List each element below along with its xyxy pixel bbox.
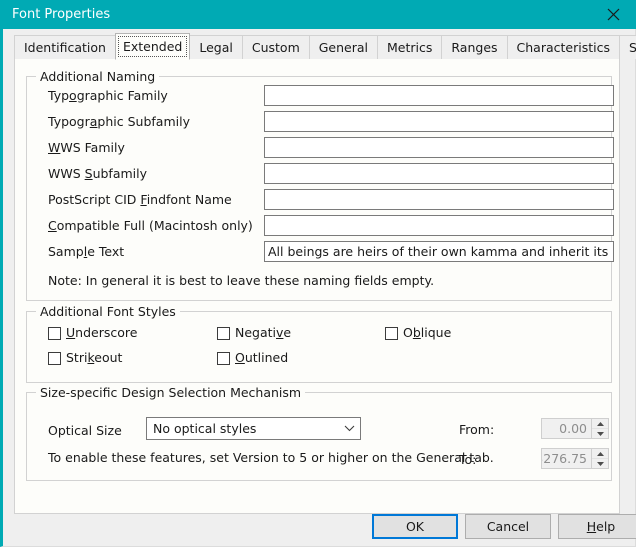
tab-label: Smoothing xyxy=(629,40,636,55)
cancel-button[interactable]: Cancel xyxy=(465,514,551,539)
checkbox-box xyxy=(48,351,61,365)
label-optical-size: Optical Size xyxy=(48,423,122,438)
spinner-up-icon[interactable] xyxy=(592,449,608,459)
cancel-button-label: Cancel xyxy=(486,519,530,534)
chevron-down-icon xyxy=(338,425,360,432)
spinner-to-value: 3276.75 xyxy=(542,451,587,466)
spinner-to[interactable]: 3276.75 xyxy=(541,448,609,469)
checkbox-box xyxy=(385,326,398,340)
label-sample-text: Sample Text xyxy=(48,244,125,259)
checkbox-label: Oblique xyxy=(403,325,452,340)
spinner-to-buttons[interactable] xyxy=(591,449,608,468)
tab-general[interactable]: General xyxy=(308,35,379,59)
spinner-from-value: 0.00 xyxy=(559,421,587,436)
tab-label: Characteristics xyxy=(516,40,610,55)
tab-ranges[interactable]: Ranges xyxy=(441,35,508,59)
checkbox-box xyxy=(48,326,61,340)
optical-note: To enable these features, set Version to… xyxy=(48,450,494,465)
group-title: Size-specific Design Selection Mechanism xyxy=(36,385,306,400)
input-sample-text[interactable] xyxy=(264,241,614,262)
tab-panel-extended: Additional Naming Typographic Family Typ… xyxy=(14,58,620,514)
checkbox-underscore[interactable]: Underscore xyxy=(48,326,137,340)
checkbox-label: Strikeout xyxy=(66,350,123,365)
tab-label: Metrics xyxy=(387,40,433,55)
spinner-from-buttons[interactable] xyxy=(591,419,608,438)
label-wws-subfamily: WWS Subfamily xyxy=(48,166,148,181)
tab-label: Identification xyxy=(24,40,106,55)
input-wws-family[interactable] xyxy=(264,137,614,158)
tab-label: Ranges xyxy=(451,40,498,55)
ok-button[interactable]: OK xyxy=(372,514,458,539)
ok-button-label: OK xyxy=(405,519,425,534)
font-properties-dialog: Font Properties Identification Extended … xyxy=(0,0,636,547)
help-button-label: Help xyxy=(586,519,616,534)
group-title: Additional Naming xyxy=(36,69,160,84)
input-postscript-cid-findfont-name[interactable] xyxy=(264,189,614,210)
tab-legal[interactable]: Legal xyxy=(189,35,243,59)
label-postscript-cid-findfont-name: PostScript CID Findfont Name xyxy=(48,192,232,207)
close-icon[interactable] xyxy=(591,0,636,29)
checkbox-oblique[interactable]: Oblique xyxy=(385,326,451,340)
input-typographic-family[interactable] xyxy=(264,85,614,106)
help-button[interactable]: Help xyxy=(558,514,636,539)
spinner-up-icon[interactable] xyxy=(592,419,608,429)
label-to: To: xyxy=(459,452,477,467)
checkbox-strikeout[interactable]: Strikeout xyxy=(48,351,122,365)
input-typographic-subfamily[interactable] xyxy=(264,111,614,132)
select-optical-size[interactable]: No optical styles xyxy=(146,417,361,440)
label-compatible-full: Compatible Full (Macintosh only) xyxy=(48,218,253,233)
label-typographic-family: Typographic Family xyxy=(48,88,168,103)
label-typographic-subfamily: Typographic Subfamily xyxy=(48,114,190,129)
checkbox-label: Underscore xyxy=(66,325,138,340)
title-bar: Font Properties xyxy=(0,0,636,29)
checkbox-negative[interactable]: Negative xyxy=(217,326,291,340)
spinner-down-icon[interactable] xyxy=(592,459,608,468)
input-wws-subfamily[interactable] xyxy=(264,163,614,184)
tab-smoothing[interactable]: Smoothing xyxy=(619,35,636,59)
group-additional-font-styles: Additional Font Styles Underscore Strike… xyxy=(26,304,612,383)
tab-metrics[interactable]: Metrics xyxy=(377,35,443,59)
select-value: No optical styles xyxy=(153,421,257,436)
group-size-specific-design-selection: Size-specific Design Selection Mechanism… xyxy=(26,385,612,481)
spinner-down-icon[interactable] xyxy=(592,429,608,438)
tab-label: Custom xyxy=(251,40,300,55)
spinner-from[interactable]: 0.00 xyxy=(541,418,609,439)
tab-characteristics[interactable]: Characteristics xyxy=(506,35,620,59)
input-compatible-full[interactable] xyxy=(264,215,614,236)
group-additional-naming: Additional Naming Typographic Family Typ… xyxy=(26,69,614,301)
tab-label: General xyxy=(318,40,369,55)
checkbox-outlined[interactable]: Outlined xyxy=(217,351,288,365)
tab-focus-ring xyxy=(117,36,188,57)
window-title: Font Properties xyxy=(12,7,111,22)
tab-extended[interactable]: Extended xyxy=(114,33,191,60)
tab-identification[interactable]: Identification xyxy=(14,35,116,59)
group-title: Additional Font Styles xyxy=(36,304,180,319)
tab-strip: Identification Extended Legal Custom Gen… xyxy=(14,33,636,60)
naming-note: Note: In general it is best to leave the… xyxy=(48,273,435,288)
tab-custom[interactable]: Custom xyxy=(241,35,310,59)
checkbox-label: Outlined xyxy=(235,350,289,365)
checkbox-label: Negative xyxy=(235,325,292,340)
checkbox-box xyxy=(217,351,230,365)
label-from: From: xyxy=(459,422,495,437)
tab-label: Legal xyxy=(199,40,233,55)
checkbox-box xyxy=(217,326,230,340)
label-wws-family: WWS Family xyxy=(48,140,125,155)
